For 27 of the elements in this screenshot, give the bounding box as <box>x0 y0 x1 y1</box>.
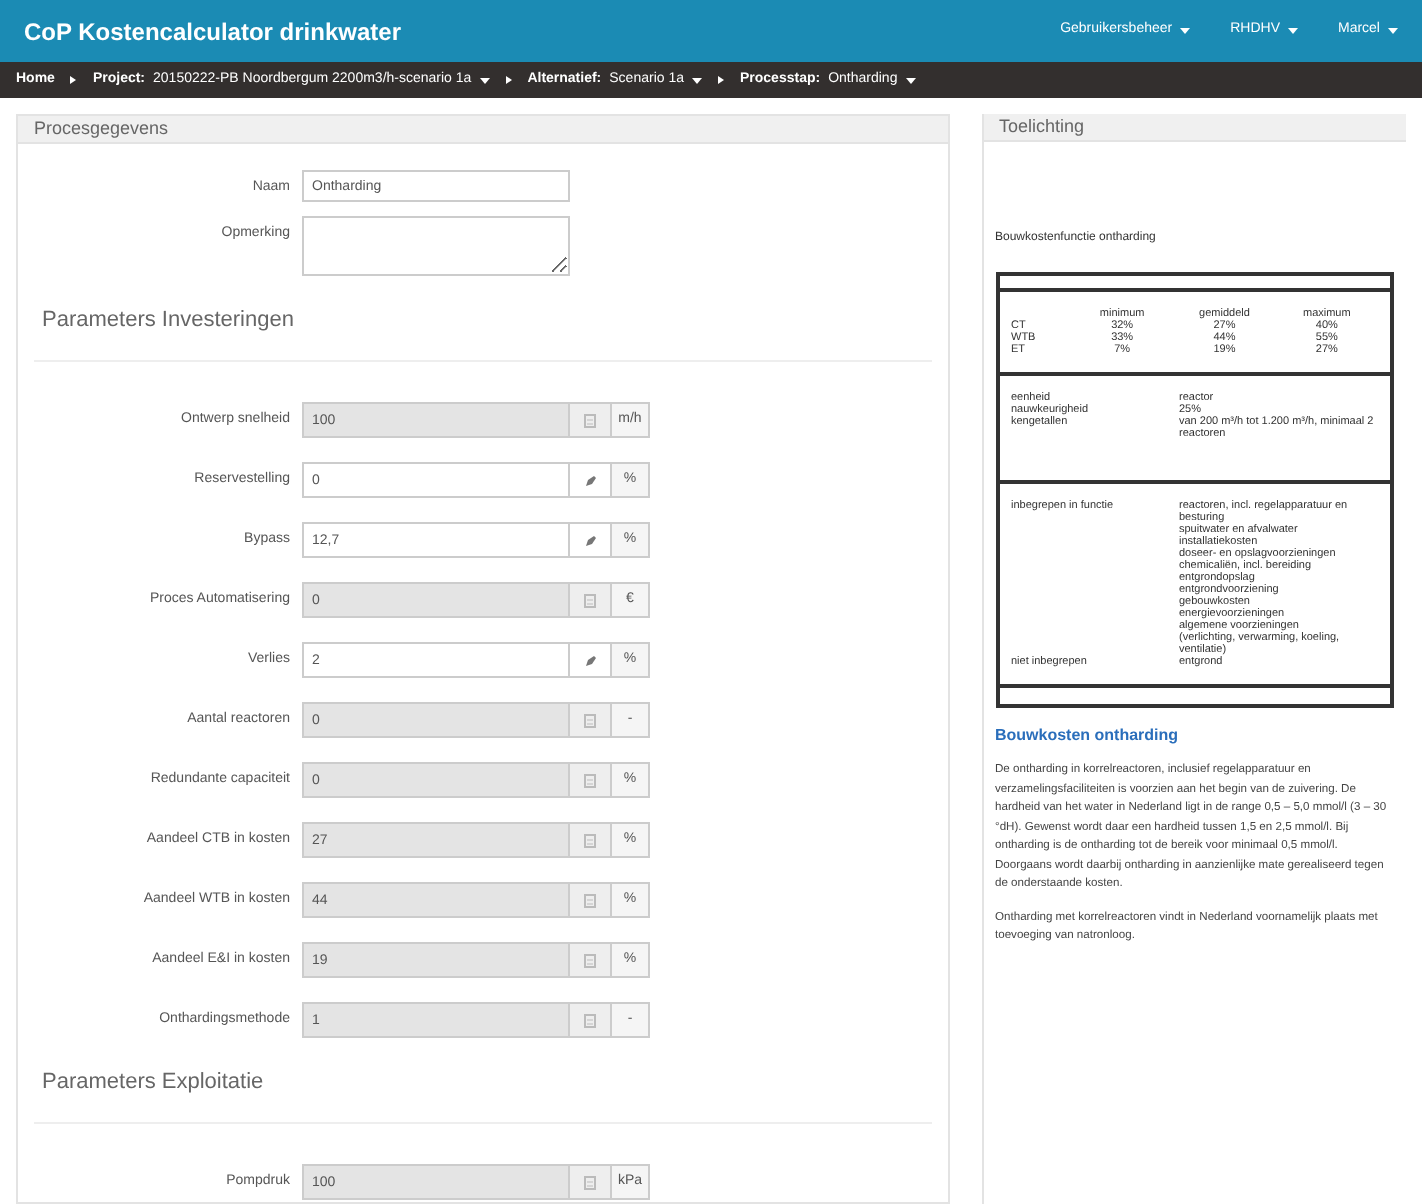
calculator-icon <box>584 893 596 907</box>
caret-icon <box>1180 28 1191 34</box>
caret-icon <box>1388 28 1398 34</box>
caret-icon <box>479 77 490 83</box>
calculator-icon <box>584 1175 596 1189</box>
section-heading: Parameters Exploitatie <box>42 1070 264 1094</box>
calculator-icon <box>584 773 596 787</box>
help-link[interactable]: Bouwkosten ontharding <box>995 724 1394 748</box>
app-title[interactable]: CoP Kostencalculator drinkwater <box>24 13 401 49</box>
caret-icon <box>692 77 702 83</box>
panel-title: Procesgegevens <box>34 115 169 142</box>
pencil-icon[interactable] <box>583 473 597 487</box>
caret-icon <box>905 77 916 83</box>
section-heading: Parameters Investeringen <box>42 308 294 332</box>
pencil-icon[interactable] <box>583 653 597 667</box>
pencil-icon[interactable] <box>583 533 597 547</box>
separator-icon <box>505 76 512 84</box>
separator-icon <box>70 76 77 84</box>
calculator-icon <box>584 413 596 427</box>
separator-icon <box>718 76 724 84</box>
panel-title: Toelichting <box>999 113 1085 140</box>
caret-icon <box>1287 28 1298 34</box>
calculator-icon <box>584 713 596 727</box>
calculator-icon <box>584 953 596 967</box>
calculator-icon <box>584 593 596 607</box>
calculator-icon <box>584 833 596 847</box>
calculator-icon <box>584 1013 596 1027</box>
